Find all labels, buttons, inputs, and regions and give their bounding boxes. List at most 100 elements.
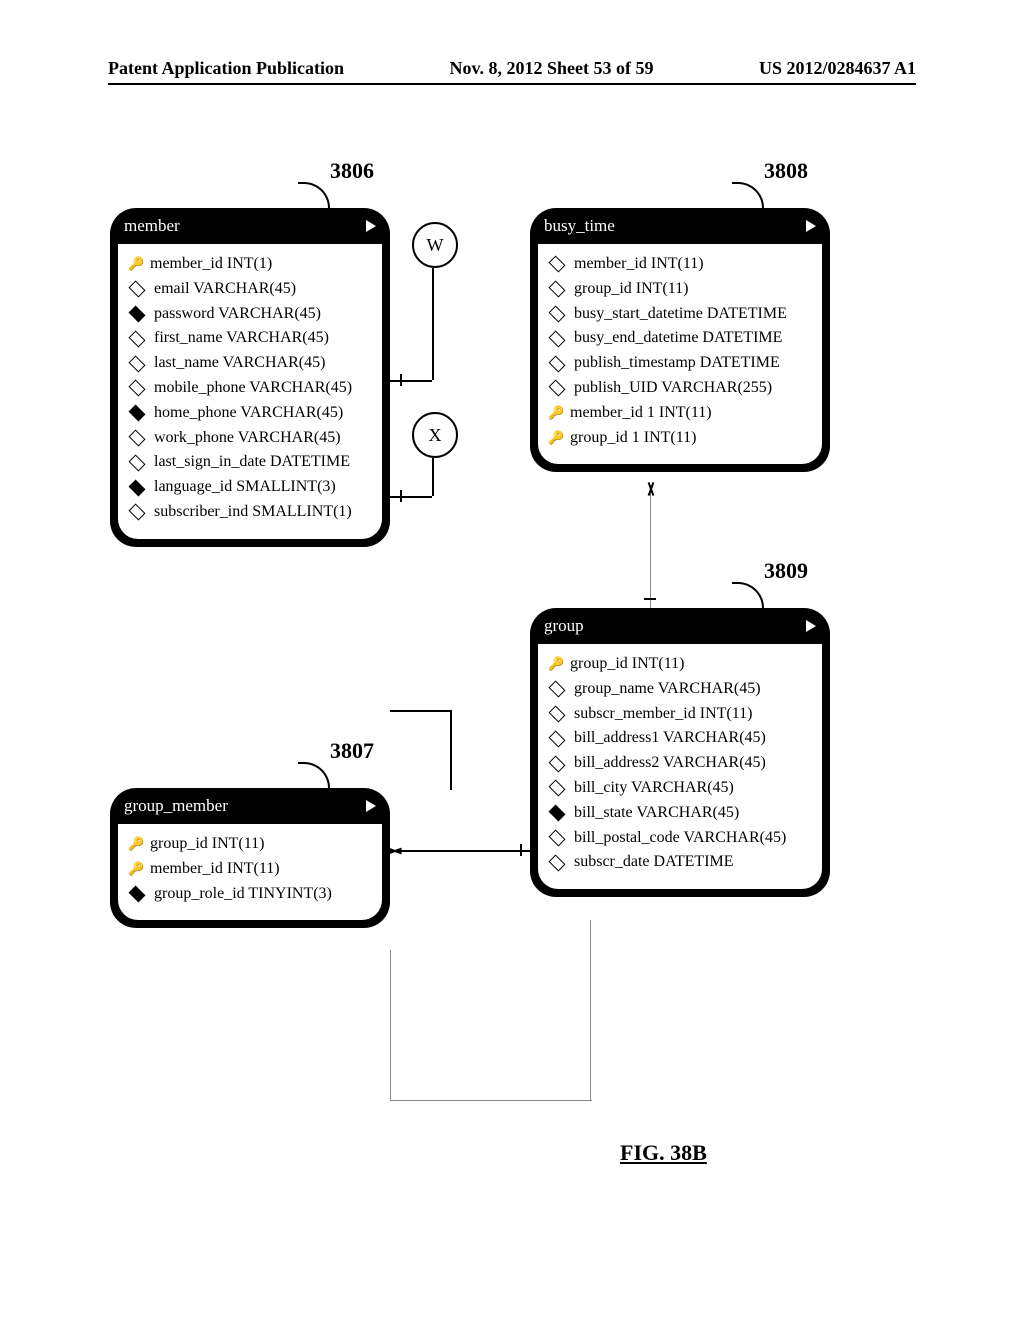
entity-body: 🔑member_id INT(1)email VARCHAR(45)passwo… bbox=[118, 244, 382, 539]
field-text: home_phone VARCHAR(45) bbox=[154, 401, 343, 426]
rel-line bbox=[390, 850, 530, 852]
diamond-open-icon bbox=[549, 780, 566, 797]
field-row: bill_state VARCHAR(45) bbox=[548, 801, 812, 826]
connector-label: W bbox=[427, 235, 444, 256]
field-text: subscriber_ind SMALLINT(1) bbox=[154, 500, 352, 525]
field-text: mobile_phone VARCHAR(45) bbox=[154, 376, 352, 401]
field-row: subscr_member_id INT(11) bbox=[548, 702, 812, 727]
rel-tick bbox=[400, 490, 402, 502]
diamond-open-icon bbox=[549, 281, 566, 298]
rel-tick bbox=[520, 844, 522, 856]
chevron-right-icon bbox=[806, 620, 816, 632]
key-icon: 🔑 bbox=[128, 257, 142, 271]
entity-group: group 🔑group_id INT(11)group_name VARCHA… bbox=[530, 608, 830, 897]
rel-line bbox=[432, 458, 434, 496]
rel-line bbox=[590, 920, 591, 1100]
field-row: subscriber_ind SMALLINT(1) bbox=[128, 500, 372, 525]
rel-tick bbox=[644, 598, 656, 600]
field-text: busy_start_datetime DATETIME bbox=[574, 302, 787, 327]
chevron-right-icon bbox=[366, 800, 376, 812]
diamond-solid-icon bbox=[129, 479, 146, 496]
diamond-open-icon bbox=[129, 454, 146, 471]
diamond-open-icon bbox=[549, 681, 566, 698]
field-text: busy_end_datetime DATETIME bbox=[574, 326, 782, 351]
field-row: group_name VARCHAR(45) bbox=[548, 677, 812, 702]
field-row: subscr_date DATETIME bbox=[548, 850, 812, 875]
field-row: member_id INT(11) bbox=[548, 252, 812, 277]
field-row: mobile_phone VARCHAR(45) bbox=[128, 376, 372, 401]
field-row: busy_end_datetime DATETIME bbox=[548, 326, 812, 351]
diamond-open-icon bbox=[549, 755, 566, 772]
diamond-open-icon bbox=[129, 429, 146, 446]
field-text: language_id SMALLINT(3) bbox=[154, 475, 336, 500]
offpage-connector-x: X bbox=[412, 412, 458, 458]
diamond-open-icon bbox=[129, 355, 146, 372]
diamond-open-icon bbox=[549, 330, 566, 347]
field-text: group_id INT(11) bbox=[150, 832, 265, 857]
rel-line bbox=[450, 710, 452, 790]
diamond-solid-icon bbox=[549, 805, 566, 822]
entity-body: 🔑group_id INT(11) 🔑 member_id INT(11)group… bbox=[118, 824, 382, 920]
field-text: first_name VARCHAR(45) bbox=[154, 326, 329, 351]
field-text: subscr_date DATETIME bbox=[574, 850, 734, 875]
entity-body: 🔑group_id INT(11)group_name VARCHAR(45)s… bbox=[538, 644, 822, 889]
entity-title-bar: group bbox=[530, 608, 830, 644]
field-row: last_sign_in_date DATETIME bbox=[128, 450, 372, 475]
field-row: group_id INT(11) bbox=[548, 277, 812, 302]
header-right: US 2012/0284637 A1 bbox=[759, 58, 916, 79]
field-row: 🔑member_id INT(1) bbox=[128, 252, 372, 277]
connector-label: X bbox=[429, 425, 442, 446]
field-row: home_phone VARCHAR(45) bbox=[128, 401, 372, 426]
entity-title: group_member bbox=[124, 796, 228, 816]
chevron-right-icon bbox=[366, 220, 376, 232]
diamond-open-icon bbox=[129, 330, 146, 347]
field-row: publish_UID VARCHAR(255) bbox=[548, 376, 812, 401]
rel-line bbox=[390, 496, 432, 498]
field-text: last_sign_in_date DATETIME bbox=[154, 450, 350, 475]
field-text: member_id 1 INT(11) bbox=[570, 401, 712, 426]
field-row: bill_address1 VARCHAR(45) bbox=[548, 726, 812, 751]
diamond-open-icon bbox=[129, 380, 146, 397]
header-left: Patent Application Publication bbox=[108, 58, 344, 79]
field-text: last_name VARCHAR(45) bbox=[154, 351, 325, 376]
diamond-open-icon bbox=[129, 504, 146, 521]
diamond-open-icon bbox=[549, 705, 566, 722]
field-text: subscr_member_id INT(11) bbox=[574, 702, 752, 727]
field-text: work_phone VARCHAR(45) bbox=[154, 426, 341, 451]
field-row: language_id SMALLINT(3) bbox=[128, 475, 372, 500]
field-row: 🔑group_id INT(11) bbox=[128, 832, 372, 857]
offpage-connector-w: W bbox=[412, 222, 458, 268]
entity-title: busy_time bbox=[544, 216, 615, 236]
field-row: 🔑 group_id 1 INT(11) bbox=[548, 426, 812, 451]
field-text: member_id INT(11) bbox=[150, 857, 280, 882]
field-row: busy_start_datetime DATETIME bbox=[548, 302, 812, 327]
rel-tick bbox=[400, 374, 402, 386]
field-text: bill_address1 VARCHAR(45) bbox=[574, 726, 766, 751]
rel-line bbox=[390, 380, 432, 382]
diamond-open-icon bbox=[129, 281, 146, 298]
entity-title: group bbox=[544, 616, 584, 636]
ref-3806: 3806 bbox=[330, 158, 374, 184]
ref-3807: 3807 bbox=[330, 738, 374, 764]
field-text: group_id 1 INT(11) bbox=[570, 426, 697, 451]
field-row: 🔑 member_id INT(11) bbox=[128, 857, 372, 882]
key-icon: 🔑 bbox=[548, 657, 562, 671]
field-row: last_name VARCHAR(45) bbox=[128, 351, 372, 376]
field-row: bill_address2 VARCHAR(45) bbox=[548, 751, 812, 776]
rel-line bbox=[390, 950, 391, 1100]
field-text: bill_city VARCHAR(45) bbox=[574, 776, 734, 801]
key-icon: 🔑 bbox=[548, 406, 562, 420]
diamond-solid-icon bbox=[129, 885, 146, 902]
field-text: group_id INT(11) bbox=[574, 277, 689, 302]
field-row: password VARCHAR(45) bbox=[128, 302, 372, 327]
diamond-open-icon bbox=[549, 380, 566, 397]
field-text: bill_address2 VARCHAR(45) bbox=[574, 751, 766, 776]
crowfoot-icon bbox=[644, 482, 658, 496]
field-text: group_name VARCHAR(45) bbox=[574, 677, 761, 702]
field-row: first_name VARCHAR(45) bbox=[128, 326, 372, 351]
field-row: 🔑 member_id 1 INT(11) bbox=[548, 401, 812, 426]
entity-group-member: group_member 🔑group_id INT(11) 🔑 member_id… bbox=[110, 788, 390, 928]
key-icon: 🔑 bbox=[128, 862, 142, 876]
key-icon: 🔑 bbox=[548, 431, 562, 445]
field-text: member_id INT(11) bbox=[574, 252, 704, 277]
